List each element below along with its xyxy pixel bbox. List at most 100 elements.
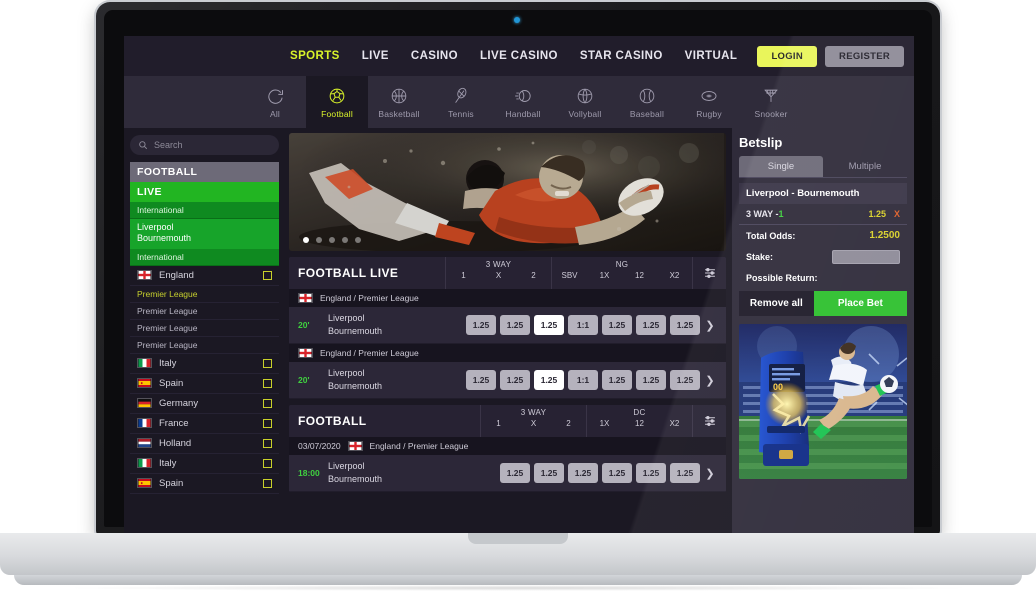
search-box[interactable]: Search bbox=[130, 135, 279, 155]
sidebar-country-england-label: England bbox=[159, 269, 194, 281]
odd-button[interactable]: 1.25 bbox=[568, 463, 598, 484]
betslip-stake-row: Stake: bbox=[739, 245, 907, 268]
nav-link-live[interactable]: LIVE bbox=[362, 50, 389, 62]
odd-button[interactable]: 1.25 bbox=[602, 315, 632, 336]
sidebar-checkbox-italy-1[interactable] bbox=[263, 358, 272, 368]
carousel-dot-4[interactable] bbox=[342, 237, 348, 243]
hero-carousel[interactable] bbox=[289, 133, 726, 251]
odd-button[interactable]: 1.25 bbox=[670, 315, 700, 336]
odd-button[interactable]: 1.25 bbox=[602, 463, 632, 484]
odd-button[interactable]: 1.25 bbox=[466, 315, 496, 336]
carousel-dot-5[interactable] bbox=[355, 237, 361, 243]
sidebar-league-2[interactable]: Premier League bbox=[130, 320, 279, 337]
sidebar-league-1[interactable]: Premier League bbox=[130, 303, 279, 320]
tab-single[interactable]: Single bbox=[739, 156, 823, 177]
sports-tab-bar: All Football Basketball Tennis Handball … bbox=[124, 76, 914, 128]
search-input[interactable]: Search bbox=[154, 140, 183, 150]
tab-multiple[interactable]: Multiple bbox=[823, 156, 907, 177]
sidebar-league-3[interactable]: Premier League bbox=[130, 337, 279, 354]
odd-button-selected[interactable]: 1.25 bbox=[534, 315, 564, 336]
sidebar-country-france[interactable]: France bbox=[130, 414, 279, 434]
odd-button[interactable]: 1.25 bbox=[500, 463, 530, 484]
sport-tab-baseball[interactable]: Baseball bbox=[616, 76, 678, 128]
sidebar-country-holland[interactable]: Holland bbox=[130, 434, 279, 454]
table-row[interactable]: 20' Liverpool Bournemouth 1.25 1.25 1.25… bbox=[289, 362, 726, 400]
chevron-right-icon[interactable]: ❯ bbox=[700, 467, 720, 480]
odd-button[interactable]: 1.25 bbox=[636, 370, 666, 391]
remove-all-button[interactable]: Remove all bbox=[739, 291, 814, 316]
table-filter-button-2[interactable] bbox=[692, 405, 726, 438]
odd-button[interactable]: 1.25 bbox=[670, 463, 700, 484]
odd-button[interactable]: 1.25 bbox=[500, 370, 530, 391]
chevron-right-icon[interactable]: ❯ bbox=[700, 374, 720, 387]
promo-banner[interactable]: 00 bbox=[739, 324, 907, 479]
sidebar-checkbox-holland[interactable] bbox=[263, 438, 272, 448]
place-bet-button[interactable]: Place Bet bbox=[813, 291, 907, 316]
remove-pick-button[interactable]: X bbox=[894, 209, 900, 219]
sidebar-country-england[interactable]: England bbox=[130, 266, 279, 286]
odd-button-selected[interactable]: 1.25 bbox=[534, 370, 564, 391]
market-group-3way-name: 3 WAY bbox=[485, 260, 512, 269]
nav-link-star-casino[interactable]: STAR CASINO bbox=[580, 50, 663, 62]
sidebar-country-holland-label: Holland bbox=[159, 437, 192, 449]
sidebar-live-international-1[interactable]: International bbox=[130, 202, 279, 219]
sidebar-country-spain-1[interactable]: Spain bbox=[130, 374, 279, 394]
sport-tab-all[interactable]: All bbox=[244, 76, 306, 128]
sport-tab-tennis[interactable]: Tennis bbox=[430, 76, 492, 128]
nav-link-live-casino[interactable]: LIVE CASINO bbox=[480, 50, 558, 62]
sport-tab-snooker[interactable]: Snooker bbox=[740, 76, 802, 128]
table-filter-button[interactable] bbox=[692, 257, 726, 289]
sidebar-country-italy-1[interactable]: Italy bbox=[130, 354, 279, 374]
sidebar-live-match[interactable]: Liverpool Bournemouth bbox=[130, 219, 279, 249]
odd-button[interactable]: 1.25 bbox=[602, 370, 632, 391]
tennis-icon bbox=[455, 87, 467, 103]
sidebar-country-spain-2[interactable]: Spain bbox=[130, 474, 279, 494]
sidebar-checkbox-france[interactable] bbox=[263, 418, 272, 428]
col-dc-1x: 1X bbox=[599, 419, 610, 429]
snooker-icon bbox=[764, 89, 778, 102]
stake-input[interactable] bbox=[832, 250, 900, 264]
sport-tab-football[interactable]: Football bbox=[306, 76, 368, 128]
sidebar-checkbox-spain-2[interactable] bbox=[263, 478, 272, 488]
table-row[interactable]: 20' Liverpool Bournemouth 1.25 1.25 1.25… bbox=[289, 307, 726, 345]
market-group-3way: 3 WAY 1 X 2 bbox=[445, 257, 551, 289]
sport-tab-rugby[interactable]: Rugby bbox=[678, 76, 740, 128]
odd-button[interactable]: 1:1 bbox=[568, 370, 598, 391]
sidebar-league-0[interactable]: Premier League bbox=[130, 286, 279, 303]
sidebar-checkbox-italy-2[interactable] bbox=[263, 458, 272, 468]
sport-tab-volleyball[interactable]: Vollyball bbox=[554, 76, 616, 128]
sidebar-live-header[interactable]: LIVE bbox=[130, 182, 279, 202]
sport-tab-handball[interactable]: Handball bbox=[492, 76, 554, 128]
nav-link-casino[interactable]: CASINO bbox=[411, 50, 458, 62]
odd-button[interactable]: 1.25 bbox=[636, 463, 666, 484]
odd-button[interactable]: 1:1 bbox=[568, 315, 598, 336]
sidebar-live-international-2[interactable]: International bbox=[130, 248, 279, 266]
table-row[interactable]: 18:00 Liverpool Bournemouth 1.25 1.25 1.… bbox=[289, 455, 726, 493]
odd-button[interactable]: 1.25 bbox=[500, 315, 530, 336]
sport-tab-basketball[interactable]: Basketball bbox=[368, 76, 430, 128]
login-button[interactable]: LOGIN bbox=[757, 45, 818, 67]
laptop-base-notch bbox=[468, 533, 568, 544]
carousel-dot-3[interactable] bbox=[329, 237, 335, 243]
chevron-right-icon[interactable]: ❯ bbox=[700, 319, 720, 332]
register-button[interactable]: REGISTER bbox=[825, 45, 904, 67]
sidebar-checkbox-spain-1[interactable] bbox=[263, 378, 272, 388]
carousel-dot-1[interactable] bbox=[303, 237, 309, 243]
col2-3way-2: 2 bbox=[566, 419, 571, 429]
sidebar-country-italy-2[interactable]: Italy bbox=[130, 454, 279, 474]
football-icon bbox=[329, 88, 345, 103]
league-row-dated: 03/07/2020 England / Premier League bbox=[289, 437, 726, 456]
sidebar-checkbox-england[interactable] bbox=[263, 270, 272, 280]
sidebar-checkbox-germany[interactable] bbox=[263, 398, 272, 408]
carousel-dot-2[interactable] bbox=[316, 237, 322, 243]
match-away: Bournemouth bbox=[328, 381, 383, 392]
odd-button[interactable]: 1.25 bbox=[670, 370, 700, 391]
odd-button[interactable]: 1.25 bbox=[466, 370, 496, 391]
carousel-dots[interactable] bbox=[303, 237, 361, 243]
sidebar-country-france-label: France bbox=[159, 417, 189, 429]
nav-link-sports[interactable]: SPORTS bbox=[290, 50, 340, 62]
nav-link-virtual[interactable]: VIRTUAL bbox=[685, 50, 738, 62]
odd-button[interactable]: 1.25 bbox=[636, 315, 666, 336]
odd-button[interactable]: 1.25 bbox=[534, 463, 564, 484]
sidebar-country-germany[interactable]: Germany bbox=[130, 394, 279, 414]
